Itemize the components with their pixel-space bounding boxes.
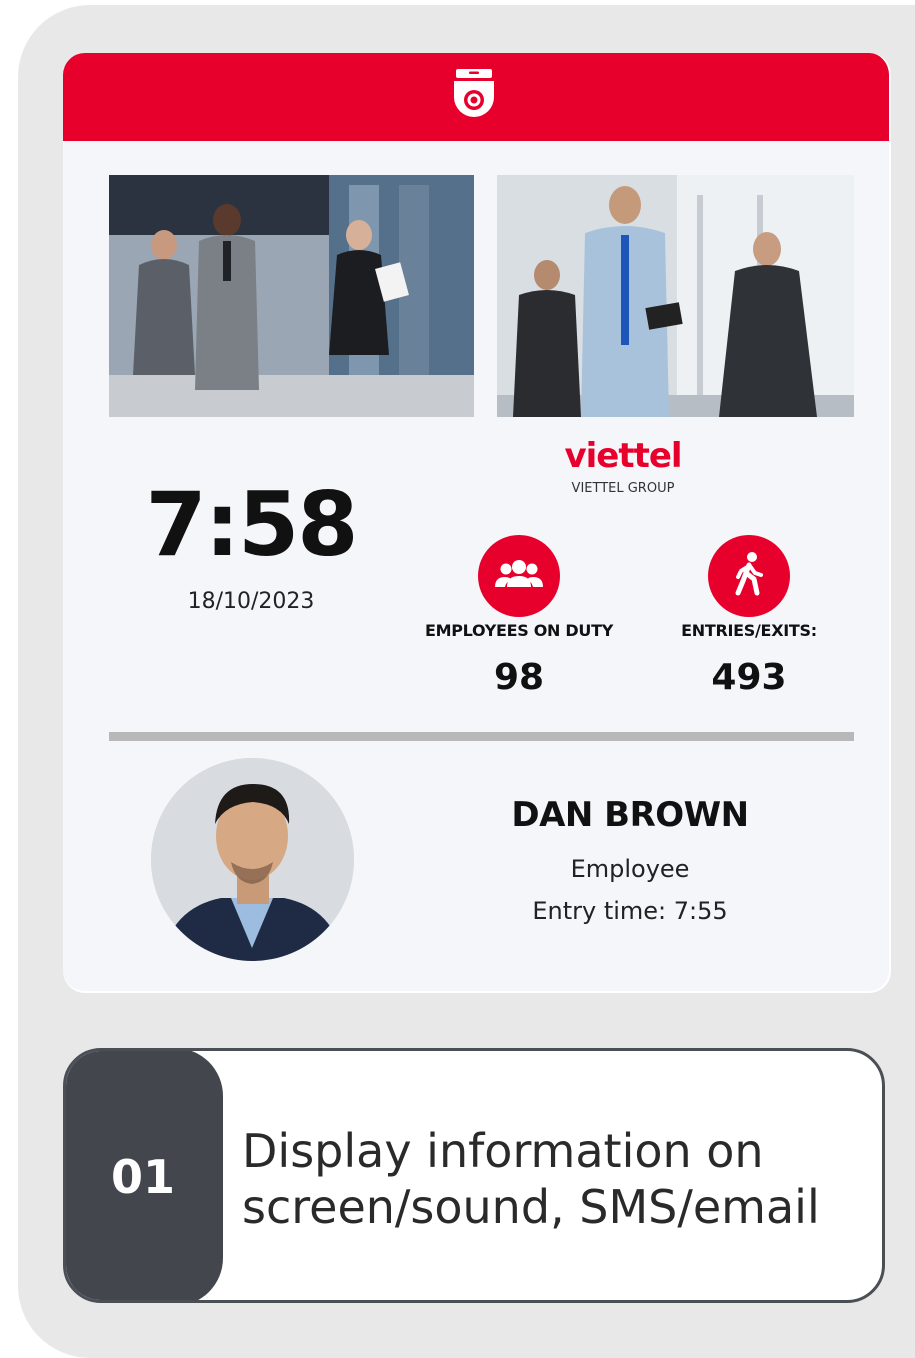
- feature-number-badge: 01: [66, 1051, 223, 1300]
- employee-entry-time: Entry time: 7:55: [532, 897, 728, 925]
- kiosk-display-card: 7:58 18/10/2023 viettel VIETTEL GROUP EM…: [63, 53, 891, 993]
- section-divider: [109, 732, 854, 741]
- employees-on-duty-count: 98: [493, 657, 545, 698]
- photo-business-team-walking: [109, 175, 474, 417]
- viettel-logo: viettel: [564, 436, 682, 476]
- employees-on-duty-label: EMPLOYEES ON DUTY: [424, 621, 613, 640]
- employee-name: DAN BROWN: [511, 795, 749, 835]
- entries-exits-label: ENTRIES/EXITS:: [681, 621, 817, 640]
- employee-role: Employee: [570, 855, 690, 883]
- feature-description-line2: screen/sound, SMS/email: [242, 1180, 820, 1234]
- card-header-bar: [63, 53, 889, 141]
- current-date: 18/10/2023: [187, 589, 315, 614]
- feature-number: 01: [110, 1150, 175, 1204]
- brand-group-label: VIETTEL GROUP: [571, 481, 675, 496]
- feature-callout: 01 Display information on screen/sound, …: [63, 1048, 885, 1303]
- employees-group-icon: [478, 535, 560, 617]
- feature-description: Display information on screen/sound, SMS…: [242, 1123, 872, 1235]
- security-camera-icon: [454, 69, 494, 117]
- walking-person-icon: [708, 535, 790, 617]
- employee-avatar: [151, 758, 354, 961]
- entries-exits-count: 493: [711, 657, 787, 698]
- photo-colleagues-in-lobby: [497, 175, 854, 417]
- feature-description-line1: Display information on: [242, 1124, 764, 1178]
- current-time: 7:58: [145, 473, 359, 576]
